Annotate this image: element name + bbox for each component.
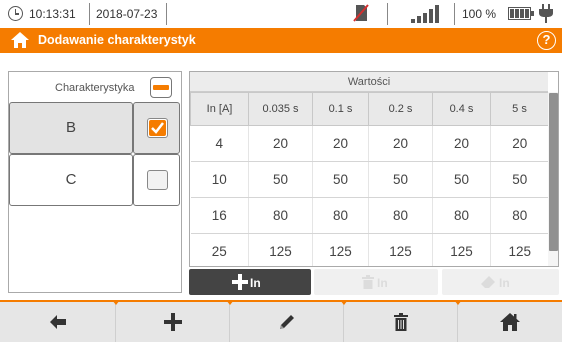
pencil-icon (280, 315, 294, 329)
home-icon[interactable] (10, 31, 30, 49)
characteristics-panel: Charakterystyka B C (8, 71, 182, 293)
values-panel: Wartości In [A] 0.035 s 0.1 s 0.2 s 0.4 … (189, 71, 559, 267)
values-table: In [A] 0.035 s 0.1 s 0.2 s 0.4 s 5 s 4 2… (190, 92, 549, 266)
delete-in-button[interactable]: In (314, 269, 438, 295)
home-icon (500, 313, 520, 331)
divider-marker (226, 300, 234, 305)
table-cell[interactable]: 16 (190, 197, 249, 234)
back-arrow-icon (50, 315, 66, 329)
characteristic-check-cell (133, 154, 180, 206)
table-cell[interactable]: 20 (248, 125, 313, 162)
battery-percent: 100 % (462, 7, 497, 21)
clock-icon (8, 6, 23, 21)
scrollbar-thumb[interactable] (549, 93, 558, 251)
table-cell[interactable]: 125 (490, 233, 549, 266)
table-cell[interactable]: 80 (368, 197, 433, 234)
table-header-row: In [A] 0.035 s 0.1 s 0.2 s 0.4 s 5 s (190, 92, 549, 126)
status-divider (454, 3, 455, 25)
status-divider (387, 3, 388, 25)
table-cell[interactable]: 80 (490, 197, 549, 234)
back-button[interactable] (0, 302, 116, 342)
help-icon[interactable]: ? (537, 31, 556, 50)
add-in-button[interactable]: In (189, 269, 311, 295)
divider-marker (454, 300, 462, 305)
table-cell[interactable]: 80 (432, 197, 491, 234)
characteristic-name[interactable]: B (9, 102, 133, 154)
table-row[interactable]: 16 80 80 80 80 80 (190, 197, 549, 234)
table-cell[interactable]: 10 (190, 161, 249, 198)
table-scrollbar[interactable] (548, 92, 558, 266)
edit-in-label: In (499, 276, 510, 290)
add-in-label: In (250, 276, 261, 290)
characteristic-row[interactable]: C (9, 154, 181, 206)
table-cell[interactable]: 20 (368, 125, 433, 162)
table-cell[interactable]: 125 (432, 233, 491, 266)
table-cell[interactable]: 125 (312, 233, 369, 266)
trash-icon (362, 275, 374, 289)
edit-in-button[interactable]: In (442, 269, 559, 295)
status-date: 2018-07-23 (96, 7, 158, 21)
bottom-toolbar (0, 300, 562, 342)
table-cell[interactable]: 80 (248, 197, 313, 234)
select-all-checkbox[interactable] (150, 77, 172, 98)
table-cell[interactable]: 4 (190, 125, 249, 162)
table-cell[interactable]: 125 (368, 233, 433, 266)
column-header: 0.1 s (312, 92, 369, 126)
table-row[interactable]: 25 125 125 125 125 125 (190, 233, 549, 266)
delete-button[interactable] (340, 300, 458, 342)
divider-marker (112, 300, 120, 305)
no-sd-card-icon (353, 4, 369, 22)
characteristics-label: Charakterystyka (55, 82, 135, 94)
add-button[interactable] (112, 300, 230, 342)
plus-icon (164, 313, 182, 331)
divider-marker (340, 300, 348, 305)
table-row[interactable]: 4 20 20 20 20 20 (190, 125, 549, 162)
table-cell[interactable]: 80 (312, 197, 369, 234)
table-cell[interactable]: 50 (432, 161, 491, 198)
characteristic-name[interactable]: C (9, 154, 133, 206)
table-cell[interactable]: 20 (432, 125, 491, 162)
battery-icon (508, 7, 534, 20)
table-cell[interactable]: 20 (490, 125, 549, 162)
table-row[interactable]: 10 50 50 50 50 50 (190, 161, 549, 198)
power-plug-icon (539, 4, 553, 23)
clock-time: 10:13:31 (29, 7, 76, 21)
column-header: 0.4 s (432, 92, 491, 126)
delete-in-label: In (377, 276, 388, 290)
plus-icon (232, 274, 248, 290)
eraser-icon (481, 276, 495, 288)
signal-strength-icon (411, 5, 439, 23)
table-cell[interactable]: 50 (368, 161, 433, 198)
status-divider (89, 3, 90, 25)
table-cell[interactable]: 125 (248, 233, 313, 266)
screen: 10:13:31 2018-07-23 100 % Dodawanie char… (0, 0, 562, 342)
edit-button[interactable] (226, 300, 344, 342)
table-cell[interactable]: 25 (190, 233, 249, 266)
checkmark-icon (149, 120, 166, 136)
trash-icon (394, 313, 408, 331)
column-header: 5 s (490, 92, 549, 126)
table-cell[interactable]: 50 (490, 161, 549, 198)
characteristic-checkbox[interactable] (147, 118, 168, 138)
characteristics-header: Charakterystyka (9, 72, 181, 102)
status-divider (166, 3, 167, 25)
status-bar: 10:13:31 2018-07-23 100 % (0, 0, 562, 28)
title-bar: Dodawanie charakterystyk ? (0, 28, 562, 53)
column-header: 0.035 s (248, 92, 313, 126)
partial-select-mark (153, 85, 169, 90)
table-cell[interactable]: 20 (312, 125, 369, 162)
column-header: 0.2 s (368, 92, 433, 126)
characteristic-check-cell (133, 102, 180, 154)
table-cell[interactable]: 50 (312, 161, 369, 198)
home-button[interactable] (454, 300, 562, 342)
page-title: Dodawanie charakterystyk (38, 33, 196, 47)
values-header: Wartości (190, 72, 548, 92)
table-cell[interactable]: 50 (248, 161, 313, 198)
characteristic-row[interactable]: B (9, 102, 181, 154)
characteristic-checkbox[interactable] (147, 170, 168, 190)
column-header: In [A] (190, 92, 249, 126)
